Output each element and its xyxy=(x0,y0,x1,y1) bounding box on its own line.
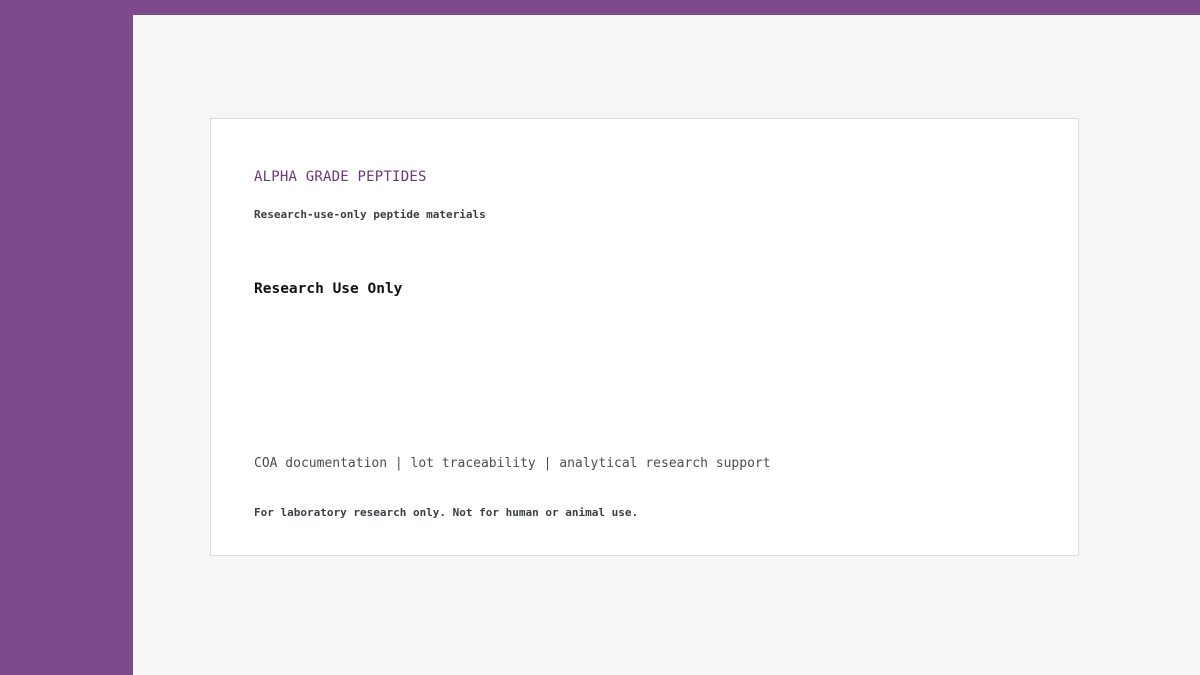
brand-name: ALPHA GRADE PEPTIDES xyxy=(254,169,427,185)
info-card: ALPHA GRADE PEPTIDES Research-use-only p… xyxy=(210,118,1079,556)
feature-list: COA documentation | lot traceability | a… xyxy=(254,456,771,471)
left-accent-bar xyxy=(0,0,133,675)
page-content: ALPHA GRADE PEPTIDES Research-use-only p… xyxy=(133,15,1200,675)
top-accent-bar xyxy=(0,0,1200,15)
page-heading: Research Use Only xyxy=(254,281,403,297)
disclaimer-text: For laboratory research only. Not for hu… xyxy=(254,506,639,519)
brand-tagline: Research-use-only peptide materials xyxy=(254,208,486,221)
